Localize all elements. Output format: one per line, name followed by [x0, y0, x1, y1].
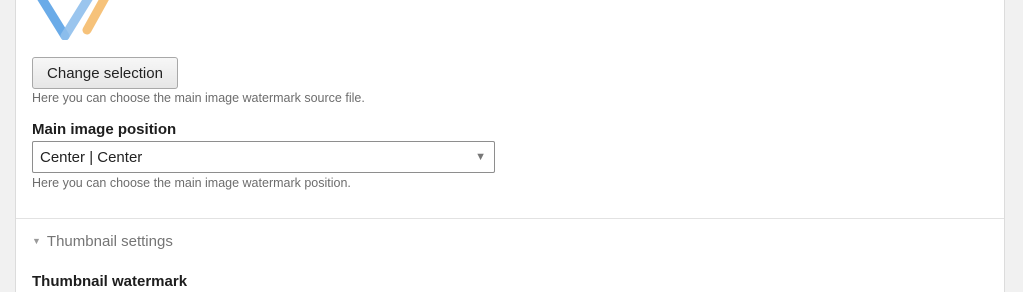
thumbnail-settings-toggle[interactable]: ▼ Thumbnail settings — [32, 233, 173, 250]
watermark-preview-image — [37, 0, 109, 40]
thumbnail-settings-label: Thumbnail settings — [46, 233, 173, 250]
source-help-text: Here you can choose the main image water… — [32, 91, 365, 105]
position-help-text: Here you can choose the main image water… — [32, 176, 351, 190]
main-image-position-select[interactable]: Center | Center ▼ — [32, 141, 495, 173]
disclosure-triangle-icon: ▼ — [32, 236, 41, 246]
settings-panel: Change selection Here you can choose the… — [15, 0, 1005, 292]
change-selection-button[interactable]: Change selection — [32, 57, 178, 89]
dropdown-arrow-icon: ▼ — [475, 151, 486, 163]
thumbnail-watermark-label: Thumbnail watermark — [32, 273, 188, 290]
main-image-position-label: Main image position — [32, 121, 177, 138]
selected-value: Center | Center — [40, 149, 143, 166]
section-divider — [16, 218, 1004, 219]
